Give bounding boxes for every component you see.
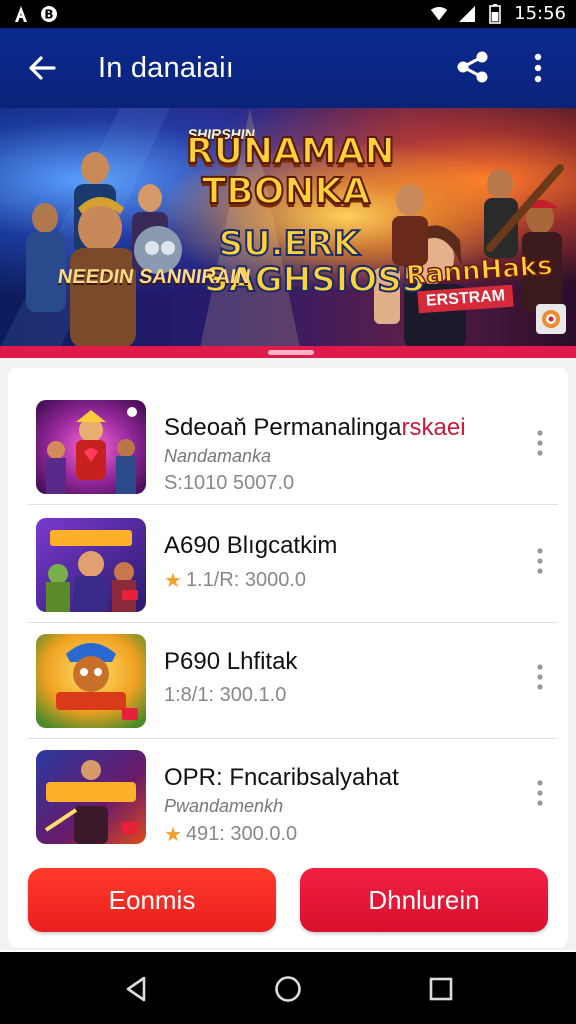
app-bar: In danaiaiı (0, 28, 576, 108)
clock: 15:56 (514, 3, 566, 24)
game-meta: ★ 491: 300.0.0 (164, 823, 298, 846)
more-vert-icon[interactable] (530, 428, 550, 458)
game-title: P690 Lhfitak (164, 648, 298, 675)
list-item[interactable]: Sdeoaň Permanalingarskaei Nandamanka S:1… (28, 388, 558, 505)
game-thumbnail (36, 400, 146, 494)
game-developer: Pwandamenkh (164, 796, 284, 816)
notification-a-icon (12, 4, 30, 24)
share-icon[interactable] (454, 48, 492, 86)
nav-back-icon[interactable] (122, 974, 152, 1004)
banner-title: RUNAMAN TBONKA (185, 131, 396, 213)
game-thumbnail (36, 634, 146, 728)
more-vert-icon[interactable] (530, 662, 550, 692)
svg-text:B: B (44, 8, 53, 22)
game-thumbnail (36, 518, 146, 612)
game-developer: Nandamanka (164, 446, 272, 466)
star-icon: ★ (164, 824, 182, 846)
more-vert-icon[interactable] (530, 778, 550, 808)
primary-left-button[interactable]: Eonmis (28, 868, 276, 932)
system-nav-bar (0, 952, 576, 1024)
rating-badge-icon (536, 304, 566, 334)
game-meta: 1:8/1: 300.1.0 (164, 684, 287, 706)
notification-b-icon: B (40, 4, 58, 24)
star-icon: ★ (164, 570, 182, 592)
more-vert-icon[interactable] (526, 50, 550, 86)
battery-icon (486, 3, 504, 24)
more-vert-icon[interactable] (530, 546, 550, 576)
list-item[interactable]: OPR: Fncaribsalyahat Pwandamenkh ★ 491: … (28, 738, 558, 854)
game-title: Sdeoaň Permanalingarskaei (164, 414, 466, 441)
nav-home-icon[interactable] (273, 974, 303, 1004)
game-title: OPR: Fncaribsalyahat (164, 764, 399, 791)
sheet-drag-handle[interactable] (268, 350, 314, 355)
page-title: In danaiaiı (98, 52, 235, 84)
game-thumbnail (36, 750, 146, 844)
game-title: A690 Blıgcatkim (164, 532, 338, 559)
signal-icon (458, 4, 476, 24)
game-list: Sdeoaň Permanalingarskaei Nandamanka S:1… (8, 368, 568, 948)
game-meta: ★ 1.1/R: 3000.0 (164, 569, 307, 592)
status-bar: B 15:56 (0, 0, 576, 28)
banner-left-caption: NEEDIN SANNIRAIN (56, 266, 252, 288)
nav-recents-icon[interactable] (426, 974, 456, 1004)
primary-right-button[interactable]: Dhnlurein (300, 868, 548, 932)
promo-banner[interactable]: SHIRSHIN RUNAMAN TBONKA SU.ERK SAGHSIOS5… (0, 108, 576, 348)
back-arrow-icon[interactable] (24, 50, 60, 86)
wifi-icon (430, 4, 448, 24)
game-meta: S:1010 5007.0 (164, 472, 295, 494)
list-item[interactable]: A690 Blıgcatkim ★ 1.1/R: 3000.0 (28, 506, 558, 623)
list-item[interactable]: P690 Lhfitak 1:8/1: 300.1.0 (28, 622, 558, 739)
